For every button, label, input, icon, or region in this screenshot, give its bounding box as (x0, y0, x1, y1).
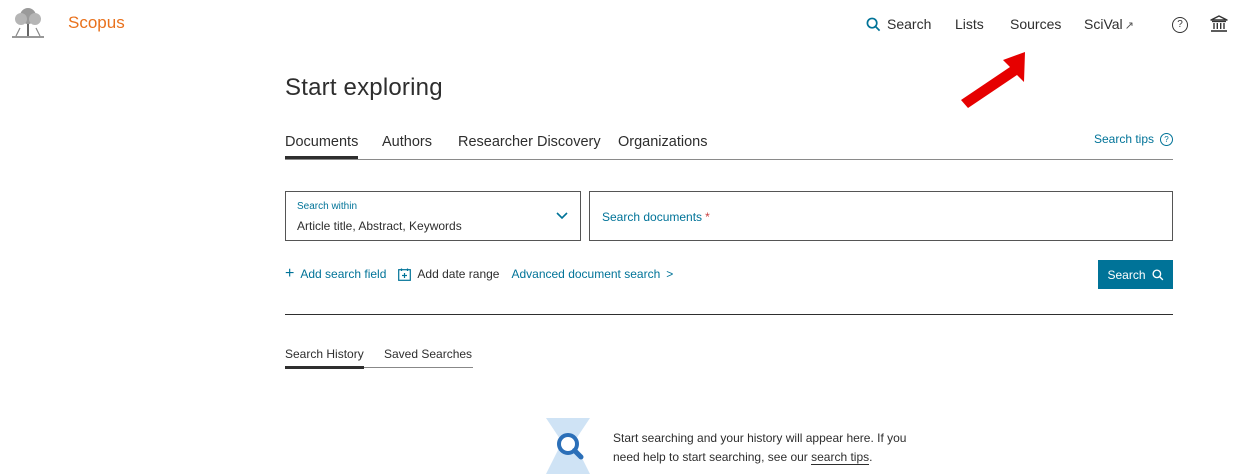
search-within-label: Search within (297, 201, 358, 212)
tab-organizations[interactable]: Organizations (618, 134, 707, 150)
help-icon[interactable]: ? (1172, 17, 1188, 33)
empty-history-illustration-icon (546, 418, 590, 474)
search-button-label: Search (1107, 267, 1146, 282)
search-tips-link[interactable]: Search tips ? (1094, 132, 1173, 146)
search-icon (1151, 268, 1163, 280)
search-within-select[interactable]: Search within Article title, Abstract, K… (285, 191, 581, 241)
search-tips-label: Search tips (1093, 132, 1154, 146)
nav-lists[interactable]: Lists (955, 16, 984, 32)
history-tabs: Search History Saved Searches (285, 347, 473, 369)
advanced-document-search-link[interactable]: Advanced document search > (511, 267, 673, 281)
search-type-tabs: Documents Authors Researcher Discovery O… (285, 132, 1173, 160)
search-documents-input[interactable]: Search documents * (589, 191, 1173, 241)
help-icon: ? (1160, 132, 1173, 146)
institution-icon[interactable] (1209, 14, 1229, 34)
add-date-range-button[interactable]: Add date range (398, 267, 499, 281)
chevron-down-icon (556, 212, 568, 220)
page-title: Start exploring (285, 74, 443, 101)
tab-researcher-discovery[interactable]: Researcher Discovery (458, 134, 601, 150)
advanced-search-label: Advanced document search (511, 267, 661, 281)
section-divider (285, 314, 1173, 315)
calendar-icon (398, 268, 412, 281)
nav-search[interactable]: Search (866, 16, 931, 32)
search-within-value: Article title, Abstract, Keywords (297, 219, 462, 233)
tab-authors[interactable]: Authors (382, 134, 432, 150)
nav-scival-label: SciVal (1084, 16, 1123, 32)
add-search-field-label: Add search field (300, 267, 387, 281)
nav-sources[interactable]: Sources (1010, 16, 1061, 32)
tab-documents[interactable]: Documents (285, 134, 359, 159)
search-icon (866, 17, 881, 31)
nav-search-label: Search (887, 16, 932, 32)
nav-scival[interactable]: SciVal ↗ (1084, 16, 1134, 32)
tab-search-history[interactable]: Search History (285, 347, 364, 369)
add-date-range-label: Add date range (417, 267, 500, 281)
external-link-icon: ↗ (1124, 20, 1134, 32)
empty-history-message: Start searching and your history will ap… (613, 429, 913, 467)
chevron-right-icon: > (666, 267, 674, 281)
empty-history-period: . (869, 450, 873, 464)
search-tips-inline-link[interactable]: search tips (811, 450, 870, 465)
annotation-arrow-icon (961, 52, 1025, 108)
plus-icon: + (285, 265, 295, 282)
search-documents-placeholder: Search documents (602, 210, 703, 224)
required-mark: * (705, 210, 710, 224)
tab-saved-searches[interactable]: Saved Searches (384, 347, 472, 361)
search-actions: + Add search field Add date range Advanc… (285, 265, 673, 282)
brand-name[interactable]: Scopus (68, 13, 125, 33)
add-search-field-button[interactable]: + Add search field (285, 265, 387, 282)
elsevier-logo-icon[interactable] (8, 6, 48, 40)
search-button[interactable]: Search (1098, 260, 1173, 289)
